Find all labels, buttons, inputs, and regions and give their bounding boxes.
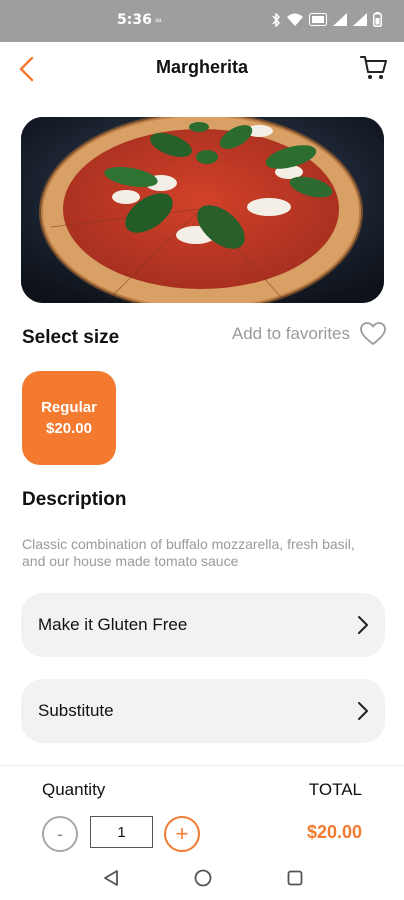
- total-value: $20.00: [306, 822, 362, 842]
- size-option-name: Regular: [41, 399, 97, 416]
- size-option-regular[interactable]: Regular $20.00: [22, 371, 116, 465]
- add-to-favorites[interactable]: Add to favorites: [232, 322, 386, 346]
- select-size-heading: Select size: [22, 327, 120, 348]
- status-icons: [271, 12, 382, 27]
- signal-icon: [333, 13, 347, 26]
- page-title: Margherita: [155, 57, 249, 77]
- decrease-quantity-button[interactable]: -: [42, 816, 78, 852]
- chevron-right-icon: [358, 702, 368, 720]
- square-recents-icon: [287, 870, 303, 886]
- bluetooth-icon: [272, 12, 281, 27]
- gluten-free-option[interactable]: Make it Gluten Free: [21, 593, 385, 657]
- pizza-image: [21, 117, 384, 303]
- substitute-option[interactable]: Substitute: [21, 679, 385, 743]
- wifi-icon: [287, 13, 303, 26]
- size-option-price: $20.00: [46, 420, 92, 437]
- system-nav-bar: [0, 858, 404, 900]
- quantity-label: Quantity: [42, 780, 106, 799]
- status-time: 5:36: [117, 12, 152, 28]
- total-label: TOTAL: [308, 780, 362, 799]
- heart-outline-icon[interactable]: [360, 322, 386, 346]
- nav-home-button[interactable]: [191, 866, 215, 890]
- nav-back-button[interactable]: [99, 866, 123, 890]
- circle-home-icon: [194, 869, 212, 887]
- description-text: Classic combination of buffalo mozzarell…: [22, 536, 355, 569]
- app-header: Margherita: [0, 42, 404, 97]
- chevron-right-icon: [358, 616, 368, 634]
- substitute-label: Substitute: [38, 701, 114, 720]
- cart-button[interactable]: [358, 52, 390, 84]
- gluten-free-label: Make it Gluten Free: [38, 615, 188, 634]
- description-heading: Description: [22, 489, 127, 510]
- increase-quantity-button[interactable]: +: [164, 816, 200, 852]
- status-extra: ∞: [155, 15, 162, 25]
- pizza-photo: [21, 117, 384, 303]
- triangle-back-icon: [104, 870, 118, 886]
- quantity-input[interactable]: [90, 816, 153, 848]
- favorites-label: Add to favorites: [231, 324, 350, 343]
- volte-icon: [309, 13, 327, 26]
- minus-icon: -: [57, 824, 63, 844]
- status-bar: 5:36 ∞: [0, 0, 404, 42]
- nav-recents-button[interactable]: [283, 866, 307, 890]
- cart-icon: [360, 56, 387, 79]
- plus-icon: +: [175, 821, 189, 846]
- battery-icon: [373, 12, 382, 27]
- signal-icon: [353, 13, 367, 26]
